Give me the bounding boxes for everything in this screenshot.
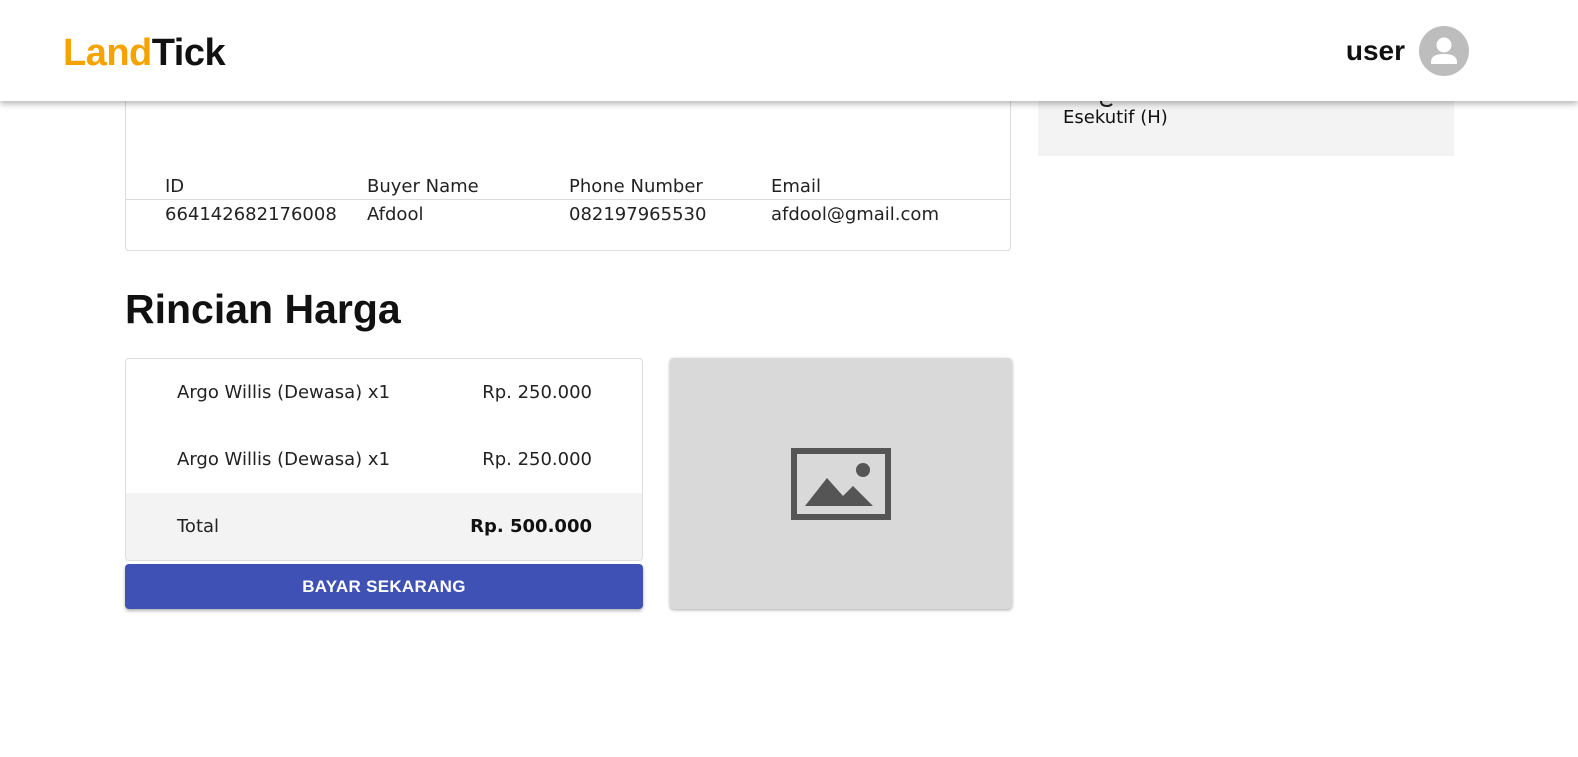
cell-id: 664142682176008	[165, 204, 337, 225]
account-circle-icon[interactable]	[1419, 26, 1469, 76]
total-value: Rp. 500.000	[470, 516, 592, 537]
price-details-card: Argo Willis (Dewasa) x1 Rp. 250.000 Argo…	[125, 358, 643, 561]
cell-email: afdool@gmail.com	[771, 204, 939, 225]
price-item-value: Rp. 250.000	[482, 449, 592, 470]
user-name: user	[1345, 35, 1405, 66]
column-header-id: ID	[165, 176, 185, 197]
logo-land-text: Land	[63, 32, 152, 74]
train-class-value: Esekutif (H)	[1063, 107, 1168, 128]
total-label: Total	[177, 516, 220, 537]
cell-phone-number: 082197965530	[569, 204, 707, 225]
price-item-row: Argo Willis (Dewasa) x1 Rp. 250.000	[126, 359, 642, 426]
price-details-title: Rincian Harga	[125, 286, 401, 332]
price-total-row: Total Rp. 500.000	[126, 493, 642, 560]
pay-now-button[interactable]: BAYAR SEKARANG	[125, 564, 643, 609]
price-item-label: Argo Willis (Dewasa) x1	[177, 382, 391, 403]
table-divider	[126, 199, 1010, 200]
table-row: 664142682176008 Afdool 082197965530 afdo…	[126, 204, 1010, 226]
cell-buyer-name: Afdool	[367, 204, 424, 225]
payment-image-placeholder	[670, 358, 1012, 609]
user-menu[interactable]: user	[1346, 25, 1469, 77]
logo-tick-text: Tick	[151, 32, 226, 74]
passenger-table-header: ID Buyer Name Phone Number Email	[126, 176, 1010, 198]
column-header-email: Email	[771, 176, 821, 197]
image-placeholder-icon	[791, 447, 891, 520]
column-header-phone-number: Phone Number	[569, 176, 703, 197]
price-item-row: Argo Willis (Dewasa) x1 Rp. 250.000	[126, 426, 642, 493]
top-navbar: LandTick user	[0, 0, 1578, 101]
column-header-buyer-name: Buyer Name	[367, 176, 479, 197]
price-item-label: Argo Willis (Dewasa) x1	[177, 449, 391, 470]
landtick-logo[interactable]: LandTick	[63, 30, 226, 76]
price-item-value: Rp. 250.000	[482, 382, 592, 403]
